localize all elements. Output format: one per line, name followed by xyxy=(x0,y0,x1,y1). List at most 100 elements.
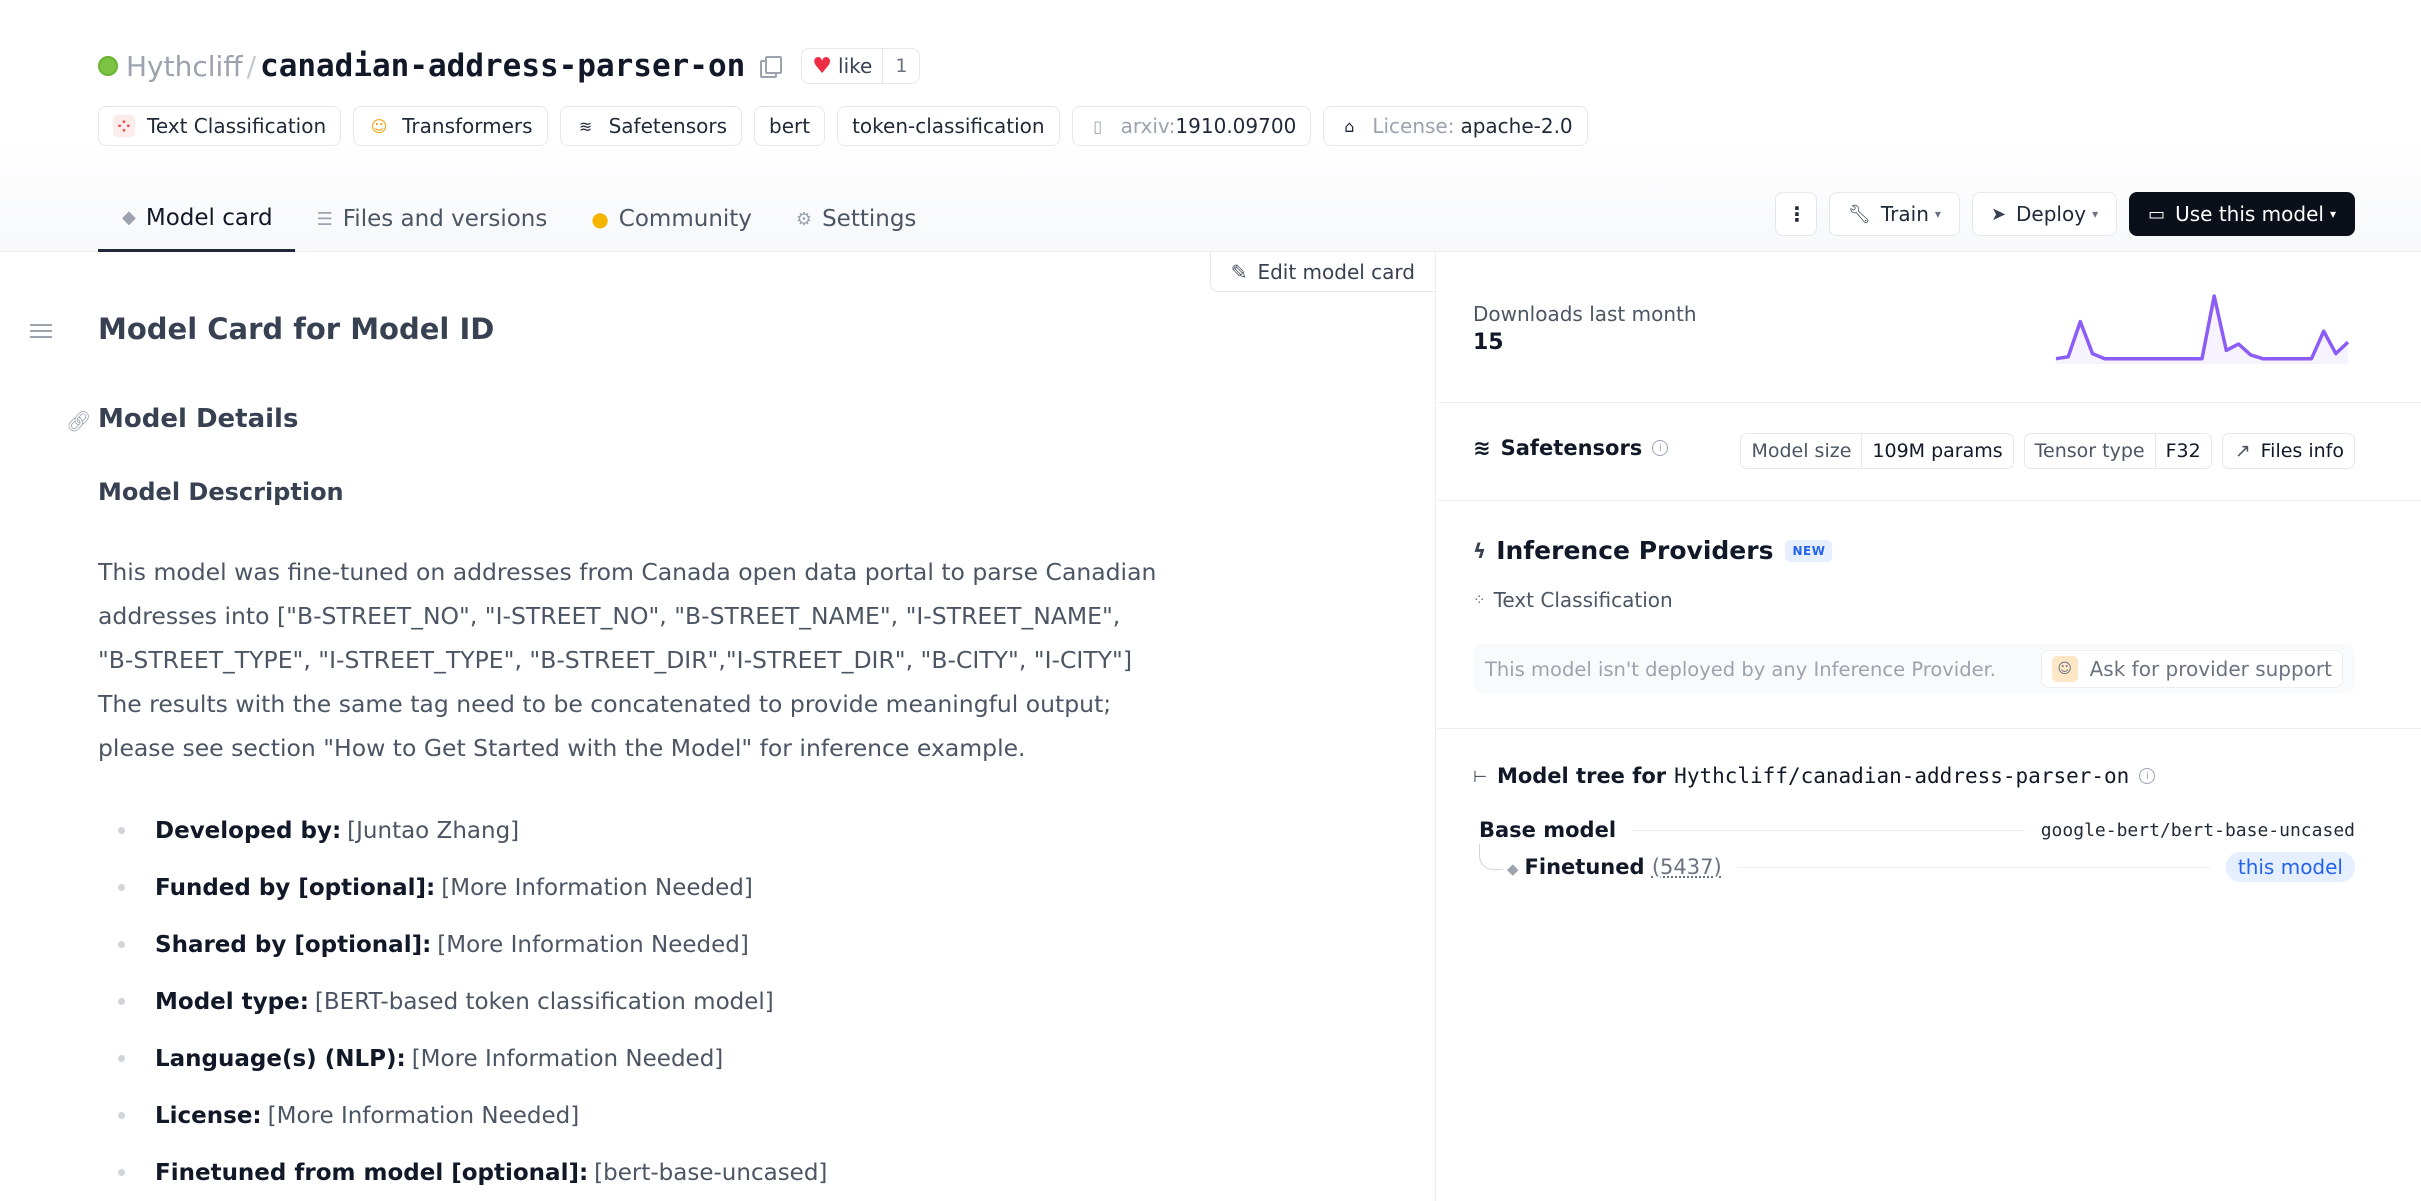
tree-icon: ⊢ xyxy=(1473,766,1487,786)
base-model-link[interactable]: google-bert/bert-base-uncased xyxy=(2041,820,2355,841)
divider xyxy=(1437,728,2421,729)
tensor-type-chip: Tensor type F32 xyxy=(2023,433,2212,469)
tag-safetensors[interactable]: ≋ Safetensors xyxy=(559,106,742,146)
tree-connector xyxy=(1479,844,1503,870)
repo-header: Hythcliff / canadian-address-parser-on ♥… xyxy=(0,0,2421,252)
new-badge: NEW xyxy=(1785,539,1833,562)
ask-provider-support-button[interactable]: ☺ Ask for provider support xyxy=(2040,650,2343,688)
tag-label: Safetensors xyxy=(608,114,727,138)
repo-owner-link[interactable]: Hythcliff xyxy=(126,50,243,83)
info-icon[interactable]: i xyxy=(1652,440,1669,456)
paper-icon: ▯ xyxy=(1093,116,1102,136)
list-item: License: [More Information Needed] xyxy=(98,1087,827,1144)
downloads-label: Downloads last month xyxy=(1473,302,1697,326)
tab-label: Settings xyxy=(822,206,917,232)
more-options-button[interactable]: ⋮ xyxy=(1775,192,1818,236)
arrow-up-right-icon: ↗ xyxy=(2234,440,2251,462)
owner-avatar[interactable] xyxy=(98,56,118,76)
chevron-down-icon: ▾ xyxy=(1934,207,1941,221)
safetensors-icon: ≋ xyxy=(578,116,593,136)
sparkline-line xyxy=(2055,294,2350,361)
heart-icon: ♥ xyxy=(812,53,833,79)
finetuned-count-link[interactable]: (5437) xyxy=(1652,855,1722,879)
list-item: Developed by: [Juntao Zhang] xyxy=(98,802,827,859)
like-count[interactable]: 1 xyxy=(883,55,919,77)
model-size-chip: Model size 109M params xyxy=(1740,433,2014,469)
list-item: Shared by [optional]: [More Information N… xyxy=(98,916,827,973)
repo-name-link[interactable]: canadian-address-parser-on xyxy=(260,48,745,84)
model-tree-heading: ⊢ Model tree for Hythcliff/canadian-addr… xyxy=(1473,764,2156,788)
downloads-value: 15 xyxy=(1473,330,1504,355)
edit-label: Edit model card xyxy=(1257,259,1415,284)
base-model-row: Base model google-bert/bert-base-uncased xyxy=(1479,818,2355,842)
train-button[interactable]: 🔧︎ Train ▾ xyxy=(1829,192,1960,236)
tag-label: Text Classification xyxy=(147,114,327,138)
deploy-button[interactable]: ➤ Deploy ▾ xyxy=(1971,192,2118,236)
tag-text-classification[interactable]: ⁘ Text Classification xyxy=(98,106,342,146)
wrench-icon: 🔧︎ xyxy=(1848,203,1871,225)
model-description: This model was fine-tuned on addresses f… xyxy=(98,558,1157,762)
page-title: Model Card for Model ID xyxy=(98,312,495,346)
files-info-button[interactable]: ↗ Files info xyxy=(2221,433,2355,469)
cube-icon: ◆ xyxy=(1507,860,1519,878)
tag-label: bert xyxy=(769,114,811,138)
tag-arxiv[interactable]: ▯ arxiv: 1910.09700 xyxy=(1071,106,1312,146)
tag-token-classification[interactable]: token-classification xyxy=(837,106,1060,146)
like-button[interactable]: ♥ like 1 xyxy=(801,48,921,84)
repo-title: Hythcliff / canadian-address-parser-on ♥… xyxy=(98,44,921,88)
inference-task: ⁘ Text Classification xyxy=(1473,588,1673,612)
model-details-list: Developed by: [Juntao Zhang] Funded by [o… xyxy=(98,802,827,1201)
tag-list: ⁘ Text Classification ☺ Transformers ≋ S… xyxy=(98,106,1588,146)
bolt-icon: ϟ xyxy=(1473,538,1487,563)
tag-label: apache-2.0 xyxy=(1460,114,1573,138)
deploy-label: Deploy xyxy=(2016,202,2087,226)
chevron-down-icon: ▾ xyxy=(2329,207,2336,221)
downloads-sparkline xyxy=(2055,294,2350,364)
not-deployed-message: This model isn't deployed by any Inferen… xyxy=(1485,657,1997,681)
text-classification-icon: ⁘ xyxy=(113,115,135,137)
list-item: Funded by [optional]: [More Information N… xyxy=(98,859,827,916)
use-this-model-button[interactable]: ▭ Use this model ▾ xyxy=(2129,192,2355,236)
tab-settings[interactable]: ⚙ Settings xyxy=(774,186,938,252)
repo-tabs: ◆ Model card ☰ Files and versions ● Comm… xyxy=(98,186,938,252)
tag-license[interactable]: ⌂ License: apache-2.0 xyxy=(1323,106,1588,146)
safetensors-heading[interactable]: ≋ Safetensors i xyxy=(1473,436,1669,460)
use-this-model-label: Use this model xyxy=(2175,202,2324,226)
pencil-icon: ✎ xyxy=(1230,259,1248,284)
tag-label: Transformers xyxy=(402,114,533,138)
edit-model-card-button[interactable]: ✎ Edit model card xyxy=(1209,252,1435,292)
inference-providers-heading: ϟ Inference Providers NEW xyxy=(1473,536,1833,565)
safetensors-chips: Model size 109M params Tensor type F32 ↗… xyxy=(1740,433,2355,469)
model-card-content: ✎ Edit model card Model Card for Model I… xyxy=(0,252,1436,1201)
divider xyxy=(1437,500,2421,501)
like-label: like xyxy=(838,54,873,78)
info-icon[interactable]: i xyxy=(2139,768,2156,784)
tag-label: 1910.09700 xyxy=(1175,114,1297,138)
link-icon[interactable]: 🔗︎ xyxy=(66,409,91,433)
divider xyxy=(1437,402,2421,403)
inference-status-box: This model isn't deployed by any Inferen… xyxy=(1473,644,2355,694)
safetensors-icon: ≋ xyxy=(1473,436,1491,460)
this-model-badge: this model xyxy=(2225,852,2355,882)
tab-model-card[interactable]: ◆ Model card xyxy=(98,186,295,252)
tag-prefix: arxiv: xyxy=(1120,114,1176,138)
tab-label: Community xyxy=(618,206,752,232)
tab-community[interactable]: ● Community xyxy=(569,186,774,252)
list-item: Finetuned from model [optional]: [bert-ba… xyxy=(98,1144,827,1201)
tag-prefix: License: xyxy=(1372,114,1455,138)
tag-label: token-classification xyxy=(852,114,1045,138)
list-item: Language(s) (NLP): [More Information Need… xyxy=(98,1030,827,1087)
tag-bert[interactable]: bert xyxy=(754,106,826,146)
monitor-icon: ▭ xyxy=(2148,203,2166,225)
model-sidebar: Downloads last month 15 ≋ Safetensors i … xyxy=(1437,252,2421,1201)
finetuned-row[interactable]: ◆ Finetuned (5437) this model xyxy=(1507,852,2355,882)
hugging-face-icon: ☺ xyxy=(2051,656,2078,682)
tab-files-and-versions[interactable]: ☰ Files and versions xyxy=(295,186,570,252)
tag-transformers[interactable]: ☺ Transformers xyxy=(353,106,548,146)
copy-icon[interactable] xyxy=(759,55,783,78)
chevron-down-icon: ▾ xyxy=(2092,207,2099,221)
text-classification-icon: ⁘ xyxy=(1473,591,1486,609)
community-icon: ● xyxy=(591,207,609,231)
license-icon: ⌂ xyxy=(1344,116,1355,136)
table-of-contents-icon[interactable] xyxy=(30,320,52,342)
